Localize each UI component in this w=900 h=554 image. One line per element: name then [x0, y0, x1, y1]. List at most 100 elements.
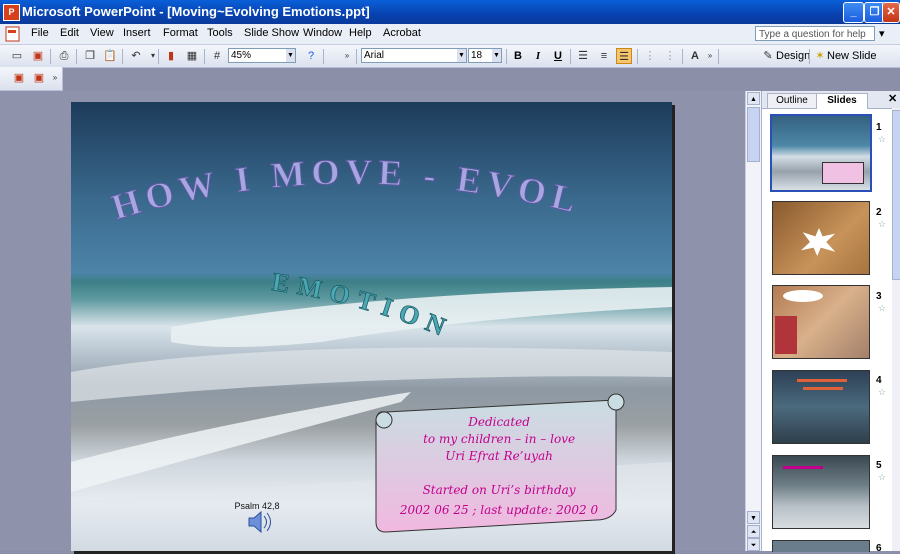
scroll-thumb[interactable]: [892, 110, 900, 280]
toolbar-separator: [158, 49, 159, 64]
menu-edit[interactable]: Edit: [60, 27, 79, 39]
slide-background: HOW I MOVE - EVOLVE EMOTIONS Dedicated t…: [71, 102, 672, 551]
toolbar-separator: [204, 49, 205, 64]
psalm-caption: Psalm 42,8: [234, 501, 279, 511]
align-left-icon[interactable]: ☰: [575, 48, 591, 64]
grid-icon[interactable]: #: [209, 48, 225, 64]
paste-icon[interactable]: 📋: [102, 48, 118, 64]
chevron-down-icon: ▼: [492, 49, 501, 62]
close-pane-icon[interactable]: ✕: [888, 92, 897, 105]
insert-chart-icon[interactable]: ▮: [163, 48, 179, 64]
chevron-down-icon[interactable]: ▾: [879, 27, 885, 40]
convert-to-pdf-icon[interactable]: ▣: [11, 70, 27, 86]
transition-icon: ☆: [878, 219, 887, 229]
scroll-line: Started on Uri’s birthday: [423, 483, 576, 497]
font-size-value: 18: [471, 50, 483, 61]
help-icon[interactable]: ?: [303, 48, 319, 64]
dedication-scroll[interactable]: Dedicated to my children – in – love Uri…: [375, 393, 625, 533]
slides-pane-scrollbar[interactable]: [892, 108, 900, 551]
slide-thumbnail-6[interactable]: [772, 540, 870, 552]
slide-thumbnail-2[interactable]: [772, 201, 870, 275]
zoom-select[interactable]: 45% ▼: [228, 48, 296, 63]
slide-canvas[interactable]: HOW I MOVE - EVOLVE EMOTIONS Dedicated t…: [71, 102, 672, 551]
design-icon: ✎: [763, 50, 773, 62]
menu-slide-show[interactable]: Slide Show: [244, 27, 299, 39]
bold-button[interactable]: B: [510, 48, 526, 64]
menu-insert[interactable]: Insert: [123, 27, 151, 39]
pdf-icon[interactable]: ▣: [30, 48, 46, 64]
numbering-icon[interactable]: ⋮: [642, 48, 658, 64]
menu-format[interactable]: Format: [163, 27, 198, 39]
toolbar-separator: [323, 49, 324, 64]
scroll-up-icon[interactable]: ▲: [747, 92, 760, 105]
new-document-icon[interactable]: ▭: [9, 48, 25, 64]
transition-icon: ☆: [878, 134, 887, 144]
menu-tools[interactable]: Tools: [207, 27, 233, 39]
scroll-line: Uri Efrat Re’uyah: [445, 449, 553, 463]
underline-button[interactable]: U: [550, 48, 566, 64]
toolbar-separator: [570, 49, 571, 64]
pdf-email-icon[interactable]: ▣: [31, 70, 47, 86]
align-center-icon[interactable]: ≡: [596, 48, 612, 64]
increase-font-icon[interactable]: A: [687, 48, 703, 64]
toolbar-separator: [809, 49, 810, 64]
toolbar-options-icon[interactable]: »: [705, 48, 715, 64]
toolbar-separator: [637, 49, 638, 64]
bullets-icon[interactable]: ⋮: [662, 48, 678, 64]
document-icon[interactable]: [2, 26, 24, 42]
scroll-down-icon[interactable]: ▼: [747, 511, 760, 524]
minimize-button[interactable]: _: [843, 2, 864, 23]
acrobat-toolbar: ▣ ▣ »: [0, 67, 63, 91]
new-slide-button[interactable]: New Slide: [827, 48, 877, 64]
design-button[interactable]: Design: [776, 48, 810, 64]
align-right-icon[interactable]: ☰: [616, 48, 632, 64]
print-icon[interactable]: ⎙: [56, 48, 72, 64]
undo-icon[interactable]: ↶: [128, 48, 144, 64]
slide-number: 4: [876, 375, 882, 386]
font-value: Arial: [364, 50, 385, 61]
transition-icon: ☆: [878, 472, 887, 482]
standard-toolbar: ▭ ▣ ⎙ ❐ 📋 ↶ ▾ ▮ ▦ # 45% ▼ ? » Arial ▼ 18…: [0, 45, 900, 68]
italic-button[interactable]: I: [530, 48, 546, 64]
slide-vertical-scrollbar[interactable]: ▲ ▼ ⏶ ⏷: [745, 91, 761, 551]
previous-slide-icon[interactable]: ⏶: [747, 525, 760, 538]
close-button[interactable]: ✕: [882, 2, 900, 23]
font-size-select[interactable]: 18 ▼: [468, 48, 502, 63]
menu-view[interactable]: View: [90, 27, 114, 39]
menu-file[interactable]: File: [31, 27, 49, 39]
toolbar-separator: [50, 49, 51, 64]
scroll-thumb[interactable]: [747, 107, 760, 162]
tab-slides[interactable]: Slides: [816, 93, 868, 109]
menu-help[interactable]: Help: [349, 27, 372, 39]
slide-thumbnail-4[interactable]: [772, 370, 870, 444]
toolbar-separator: [682, 49, 683, 64]
tab-outline[interactable]: Outline: [767, 93, 817, 108]
help-search-input[interactable]: Type a question for help: [755, 26, 875, 41]
insert-table-icon[interactable]: ▦: [184, 48, 200, 64]
menu-acrobat[interactable]: Acrobat: [383, 27, 421, 39]
zoom-value: 45%: [231, 50, 252, 61]
transition-icon: ☆: [878, 303, 887, 313]
powerpoint-app-icon[interactable]: P: [3, 4, 20, 21]
slide-number: 3: [876, 291, 882, 302]
next-slide-icon[interactable]: ⏷: [747, 538, 760, 551]
copy-icon[interactable]: ❐: [82, 48, 98, 64]
toolbar-options-icon[interactable]: »: [342, 48, 352, 64]
slides-pane: Outline Slides ✕ 1 ☆ 2 ☆ 3 ☆ 4 ☆ 5 ☆ 6: [761, 91, 900, 554]
slide-thumbnail-3[interactable]: [772, 285, 870, 359]
toolbar-separator: [76, 49, 77, 64]
toolbar-separator: [356, 49, 357, 64]
pane-tabs: Outline Slides ✕: [762, 91, 900, 109]
chevron-down-icon: ▼: [457, 49, 466, 62]
slide-thumbnail-5[interactable]: [772, 455, 870, 529]
toolbar-separator: [718, 49, 719, 64]
menu-window[interactable]: Window: [303, 27, 342, 39]
font-select[interactable]: Arial ▼: [361, 48, 467, 63]
transition-icon: ☆: [878, 387, 887, 397]
scroll-line: Dedicated: [467, 415, 530, 429]
toolbar-options-icon[interactable]: »: [50, 70, 60, 86]
slide-title-text: HOW I MOVE - EVOLVE: [71, 102, 583, 227]
toolbar-separator: [122, 49, 123, 64]
slide-number: 2: [876, 207, 882, 218]
slide-thumbnail-1[interactable]: [770, 114, 872, 192]
